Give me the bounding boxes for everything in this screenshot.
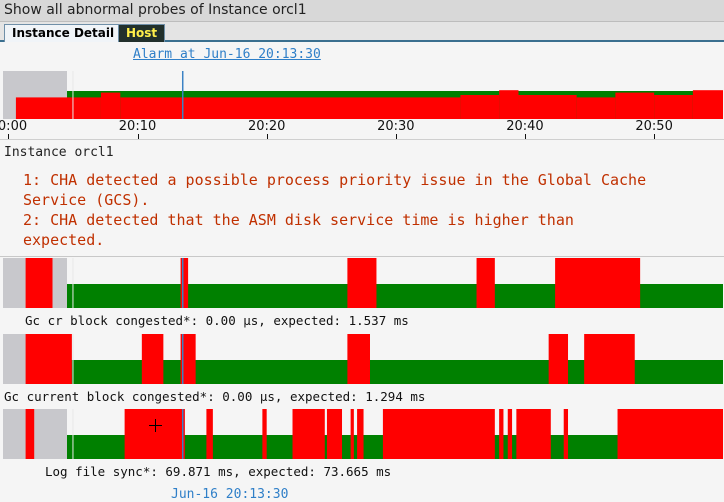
abnormal-bar xyxy=(617,409,723,459)
abnormal-bar xyxy=(476,258,495,308)
tick-label: 20:00 xyxy=(0,119,28,134)
tab-instance-detail[interactable]: Instance Detail xyxy=(4,24,123,42)
abnormal-bar xyxy=(499,409,504,459)
abnormal-bar xyxy=(584,334,635,384)
instance-label: Instance orcl1 xyxy=(4,145,114,160)
tick-label: 20:10 xyxy=(118,119,157,134)
abnormal-bar xyxy=(141,334,164,384)
message-line-4: expected. xyxy=(23,231,105,249)
crosshair-cursor-icon xyxy=(149,419,162,432)
abnormal-bar xyxy=(357,409,364,459)
abnormal-bar xyxy=(120,97,461,119)
probe-chart-gc-cr-svg xyxy=(3,258,723,308)
abnormal-bar xyxy=(555,258,641,308)
abnormal-bar xyxy=(25,334,72,384)
abnormal-bar xyxy=(350,409,354,459)
abnormal-bar xyxy=(206,409,213,459)
abnormal-bar xyxy=(15,97,101,119)
tick-label: 20:20 xyxy=(247,119,286,134)
abnormal-bar xyxy=(326,409,343,459)
abnormal-bar xyxy=(292,409,325,459)
probe-caption-log-file-sync: Log file sync*: 69.871 ms, expected: 73.… xyxy=(45,464,392,479)
tick-label: 20:30 xyxy=(377,119,415,134)
probe-chart-gc-cr[interactable] xyxy=(3,258,723,308)
abnormal-bar xyxy=(516,409,551,459)
tab-host[interactable]: Host xyxy=(118,24,166,42)
abnormal-bar xyxy=(692,90,723,119)
abnormal-bar xyxy=(262,409,267,459)
probe-chart-gc-current-svg xyxy=(3,334,723,384)
abnormal-bar xyxy=(576,97,616,119)
tab-bar: Instance Detail Host xyxy=(0,22,724,42)
probe-caption-gc-cr: Gc cr block congested*: 0.00 µs, expecte… xyxy=(25,313,409,328)
probe-chart-gc-current[interactable] xyxy=(3,334,723,384)
probe-chart-log-file-sync[interactable] xyxy=(3,409,723,459)
abnormal-bar xyxy=(347,334,370,384)
abnormal-bar xyxy=(25,409,35,459)
abnormal-bar xyxy=(124,409,185,459)
abnormal-bar xyxy=(100,92,121,119)
message-line-1: 1: CHA detected a possible process prior… xyxy=(23,171,647,189)
abnormal-bar xyxy=(25,258,53,308)
alarm-link[interactable]: Alarm at Jun-16 20:13:30 xyxy=(133,47,321,62)
window-title: Show all abnormal probes of Instance orc… xyxy=(0,0,724,22)
message-line-2: Service (GCS). xyxy=(23,191,150,209)
message-line-3: 2: CHA detected that the ASM disk servic… xyxy=(23,211,574,229)
time-axis-line xyxy=(0,136,724,140)
abnormal-bar xyxy=(563,409,569,459)
tick-label: 20:40 xyxy=(506,119,544,134)
overview-chart[interactable] xyxy=(3,71,723,119)
abnormal-bar xyxy=(180,258,189,308)
divider xyxy=(0,256,724,257)
tick-label: 20:50 xyxy=(635,119,673,134)
no-data-region xyxy=(3,409,67,459)
abnormal-bar xyxy=(518,95,577,119)
overview-chart-svg xyxy=(3,71,723,119)
abnormal-bar xyxy=(347,258,377,308)
abnormal-bar xyxy=(615,92,655,119)
abnormal-bar xyxy=(548,334,569,384)
abnormal-bar xyxy=(460,95,500,119)
probe-caption-gc-current: Gc current block congested*: 0.00 µs, ex… xyxy=(4,389,426,404)
abnormal-bar xyxy=(382,409,495,459)
probe-chart-log-file-sync-svg xyxy=(3,409,723,459)
footer-time-link[interactable]: Jun-16 20:13:30 xyxy=(171,487,288,502)
abnormal-bar xyxy=(507,409,513,459)
abnormal-bar xyxy=(654,95,693,119)
abnormal-bar xyxy=(499,90,519,119)
